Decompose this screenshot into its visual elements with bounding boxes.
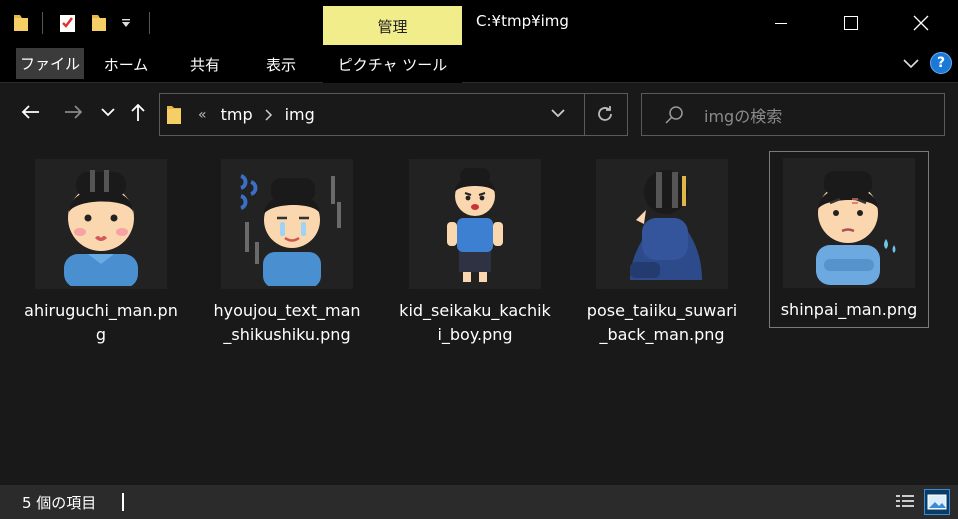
breadcrumb-tmp[interactable]: tmp (221, 105, 253, 124)
ribbon-tabs: ファイル ホーム 共有 表示 ピクチャ ツール ? (0, 45, 958, 83)
tab-share[interactable]: 共有 (172, 50, 238, 78)
tab-view[interactable]: 表示 (248, 50, 314, 78)
file-name: pose_taiiku_suwari_back_man.png (586, 301, 738, 344)
large-icons-view-button[interactable] (924, 489, 950, 515)
details-view-icon (896, 495, 914, 507)
customize-toolbar-icon[interactable] (120, 10, 132, 36)
address-dropdown-icon[interactable] (550, 108, 566, 120)
file-item[interactable]: hyoujou_text_man_shikushiku.png (208, 153, 366, 351)
man-sitting-back-image (596, 159, 728, 289)
file-item[interactable]: ahiruguchi_man.png (22, 153, 180, 351)
refresh-icon[interactable] (595, 104, 615, 124)
boy-determined-image (409, 159, 541, 289)
navigation-bar: « tmp img imgの検索 (0, 84, 958, 141)
file-item[interactable]: kid_seikaku_kachiki_boy.png (396, 153, 554, 351)
minimize-button[interactable] (758, 0, 804, 45)
tab-home[interactable]: ホーム (92, 50, 160, 78)
file-item-selected[interactable]: shinpai_man.png (769, 151, 929, 328)
back-button[interactable] (16, 98, 44, 126)
file-name: ahiruguchi_man.png (24, 301, 178, 344)
man-worried-image (783, 158, 915, 288)
man-crying-image (221, 159, 353, 289)
close-icon (913, 15, 929, 30)
details-view-button[interactable] (892, 489, 918, 515)
status-bar: 5 個の項目 (0, 485, 958, 519)
file-name: hyoujou_text_man_shikushiku.png (213, 301, 361, 344)
folder-icon[interactable] (12, 10, 30, 36)
arrow-up-icon (131, 103, 145, 121)
folder-icon (166, 105, 182, 125)
search-placeholder: imgの検索 (704, 106, 783, 126)
close-button[interactable] (898, 0, 944, 45)
help-icon[interactable]: ? (930, 52, 952, 74)
tab-picture-tools[interactable]: ピクチャ ツール (323, 45, 462, 83)
breadcrumb-overflow[interactable]: « (198, 107, 207, 123)
chevron-down-icon (101, 108, 115, 117)
search-box[interactable]: imgの検索 (641, 93, 945, 136)
file-item[interactable]: pose_taiiku_suwari_back_man.png (583, 153, 741, 351)
arrow-left-icon (21, 105, 39, 119)
large-icons-view-icon (927, 494, 947, 510)
properties-icon[interactable] (58, 10, 78, 36)
item-count: 5 個の項目 (22, 494, 97, 512)
title-bar: 管理 C:¥tmp¥img (0, 0, 958, 45)
file-list: ahiruguchi_man.png hyoujou_text_man_shik… (0, 141, 958, 485)
manage-context-tab[interactable]: 管理 (323, 6, 462, 45)
recent-locations-button[interactable] (96, 98, 120, 126)
tab-file[interactable]: ファイル (16, 48, 84, 79)
window-title: C:¥tmp¥img (476, 12, 569, 30)
chevron-right-icon[interactable] (265, 108, 273, 121)
forward-button[interactable] (60, 98, 88, 126)
file-name: shinpai_man.png (780, 300, 918, 319)
expand-ribbon-icon[interactable] (902, 54, 920, 73)
text-caret (122, 493, 124, 511)
arrow-right-icon (65, 105, 83, 119)
file-name: kid_seikaku_kachiki_boy.png (399, 301, 551, 344)
address-bar[interactable]: « tmp img (159, 93, 628, 136)
breadcrumb-img[interactable]: img (285, 105, 315, 124)
search-icon (664, 105, 684, 125)
new-folder-icon[interactable] (90, 10, 108, 36)
up-button[interactable] (126, 98, 150, 126)
maximize-button[interactable] (828, 0, 874, 45)
man-pouting-image (35, 159, 167, 289)
